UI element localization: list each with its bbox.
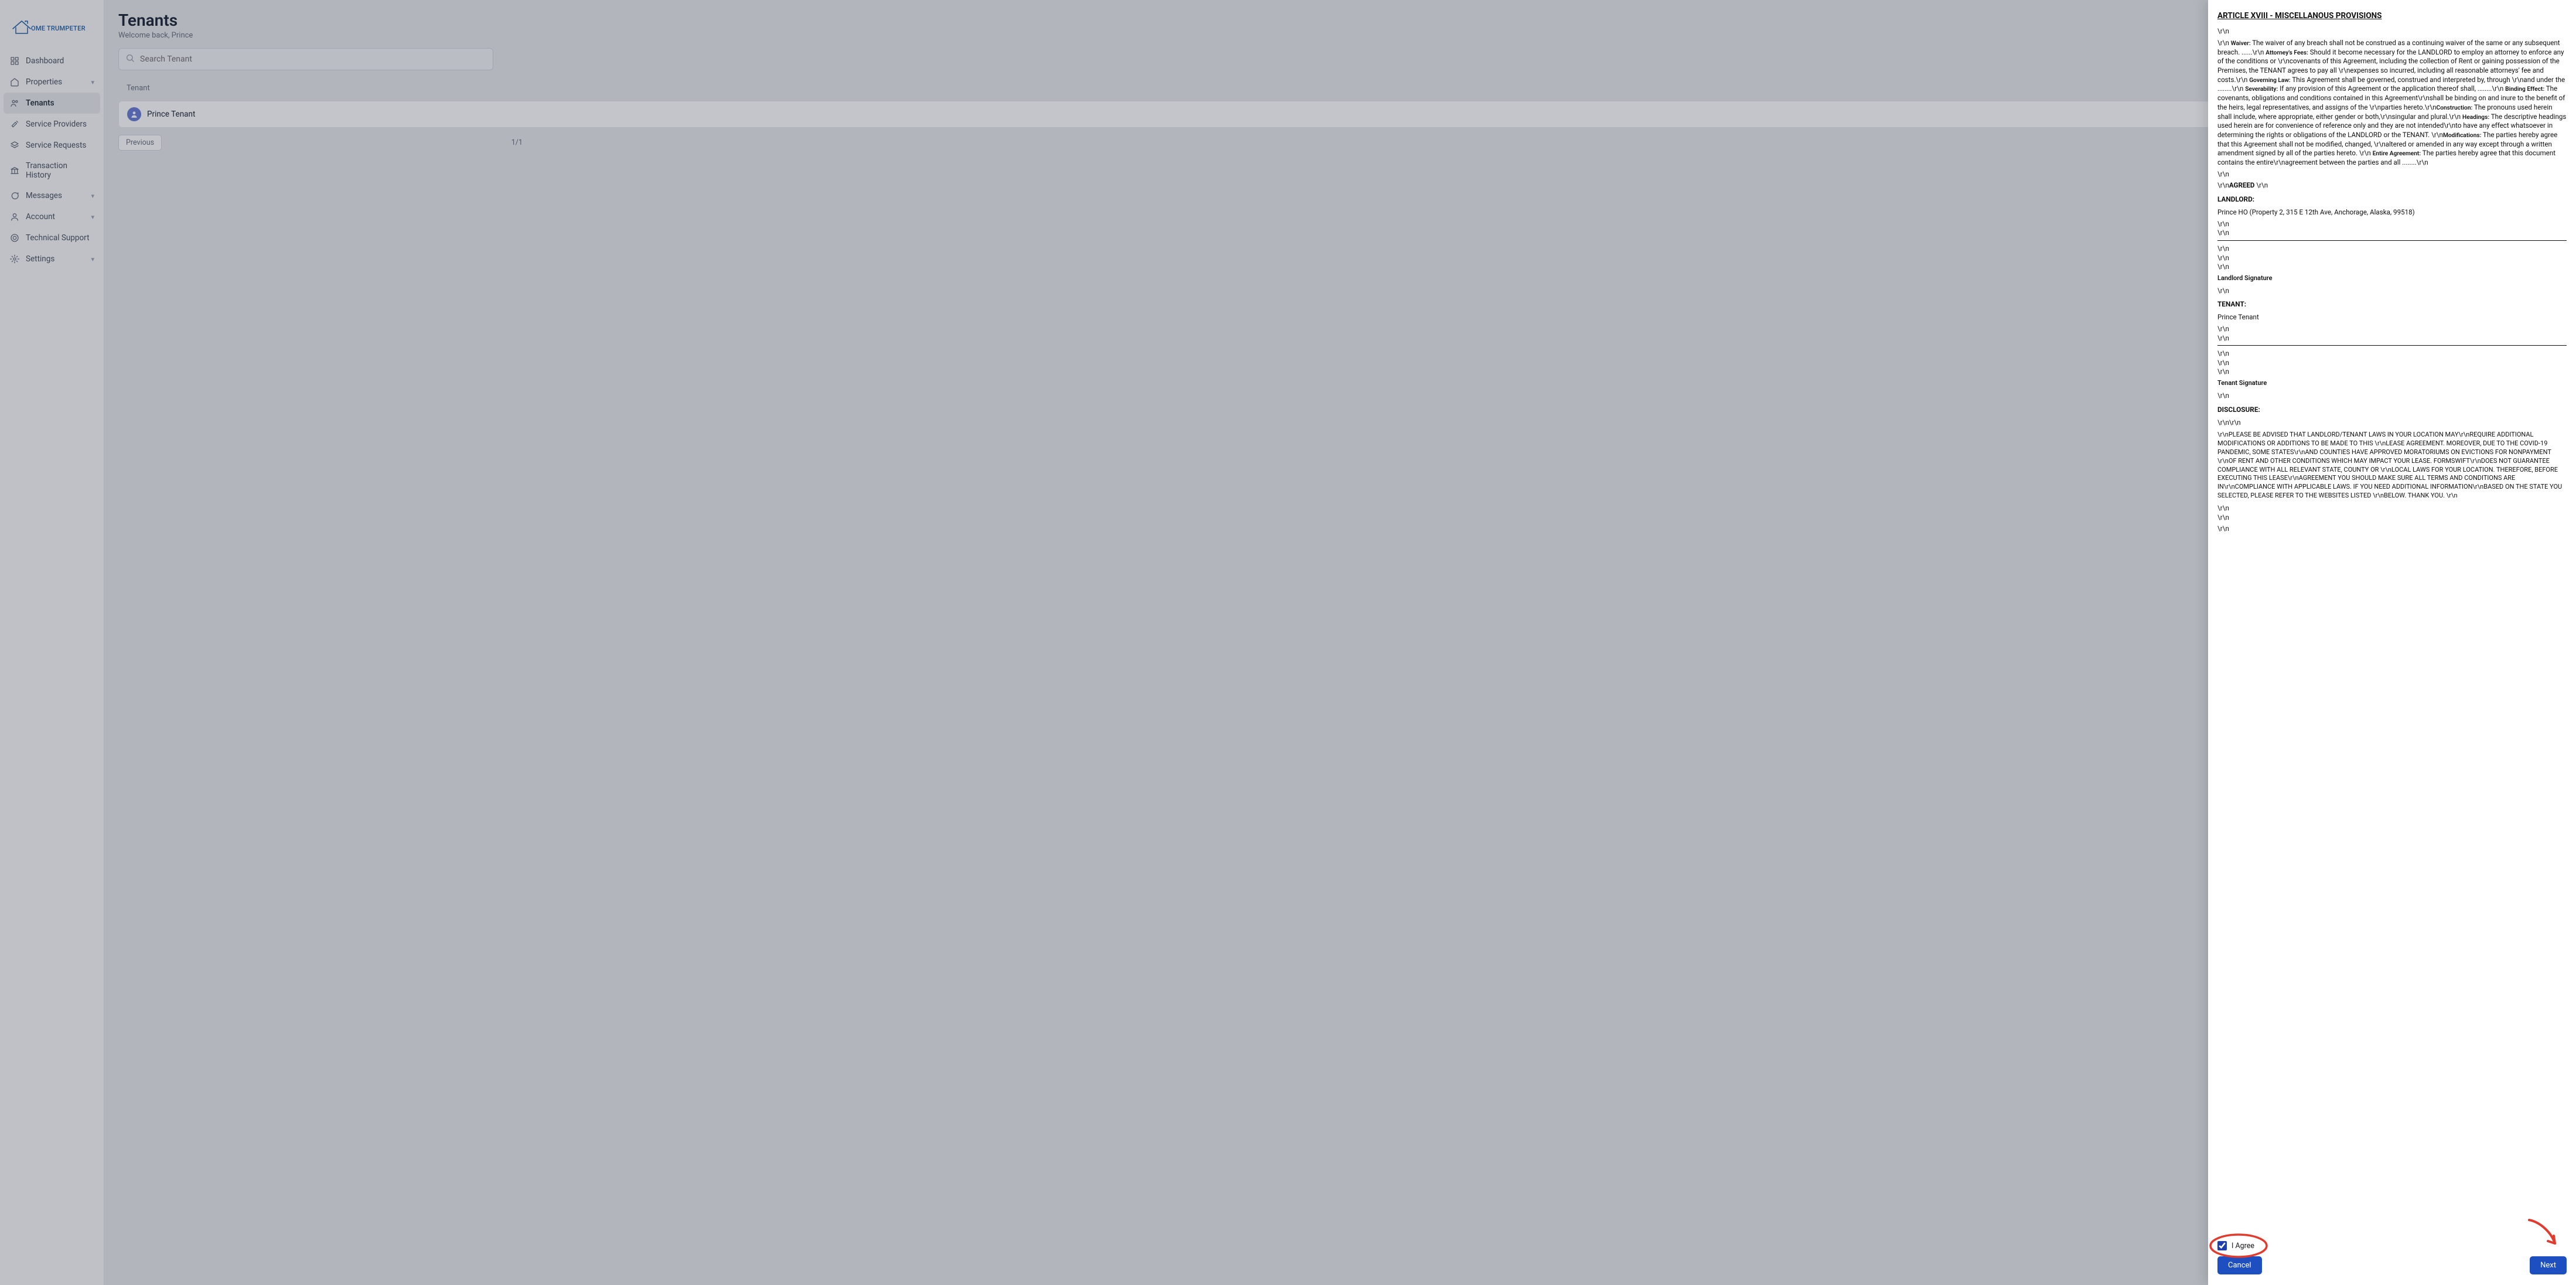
rn-block: \r\n \r\n [2217,504,2567,522]
head-label: Headings: [2462,114,2489,121]
agreed-word: AGREED [2229,181,2255,189]
agree-row: I Agree [2217,1241,2254,1250]
legal-paragraph: \r\n Waiver: The waiver of any breach sh… [2217,39,2567,168]
tenant-signature-caption: Tenant Signature [2217,379,2567,388]
rn-block: \r\n \r\n \r\n [2217,244,2567,272]
signature-line [2217,345,2567,346]
cancel-button[interactable]: Cancel [2217,1256,2262,1274]
rn-text: \r\n [2217,27,2567,36]
article-heading: ARTICLE XVIII - MISCELLANOUS PROVISIONS [2217,11,2567,21]
tenant-name-text: Prince Tenant [2217,313,2567,322]
disclosure-label: DISCLOSURE: [2217,405,2567,415]
rn-text: \r\n [2217,524,2567,534]
disclosure-text: \r\nPLEASE BE ADVISED THAT LANDLORD/TENA… [2217,431,2567,500]
modal-overlay[interactable] [0,0,2576,1285]
tenant-label: TENANT: [2217,300,2567,309]
lease-agreement-panel: ARTICLE XVIII - MISCELLANOUS PROVISIONS … [2208,0,2576,1285]
landlord-name: Prince HO (Property 2, 315 E 12th Ave, A… [2217,208,2567,217]
rn-block: \r\n \r\n \r\n [2217,349,2567,377]
signature-line [2217,240,2567,241]
ent-label: Entire Agreement: [2373,151,2421,157]
rn: \r\n [2217,39,2231,47]
next-button[interactable]: Next [2530,1256,2567,1274]
rn-text: \r\n [2217,170,2567,179]
agree-checkbox[interactable] [2217,1241,2227,1250]
agree-label[interactable]: I Agree [2232,1242,2254,1250]
sev-text: If any provision of this Agreement or th… [2278,84,2505,93]
landlord-label: LANDLORD: [2217,195,2567,204]
cons-label: Construction: [2437,105,2473,111]
waiver-label: Waiver: [2231,40,2251,47]
rn-text: \r\n [2217,287,2567,296]
rn-block: \r\n \r\n [2217,220,2567,238]
sev-label: Severability: [2245,86,2278,93]
landlord-signature-caption: Landlord Signature [2217,274,2567,283]
mod-label: Modifications: [2443,132,2481,139]
rn: \r\n [2217,181,2229,189]
gov-label: Governing Law: [2249,77,2290,84]
rn: \r\n [2254,181,2268,189]
rn-block: \r\n \r\n [2217,325,2567,343]
rn-text: \r\n\r\n [2217,418,2567,428]
panel-scroll-body[interactable]: ARTICLE XVIII - MISCELLANOUS PROVISIONS … [2208,0,2576,1238]
rn-text: \r\n [2217,391,2567,401]
panel-footer: I Agree Cancel Next [2208,1238,2576,1285]
bind-label: Binding Effect: [2505,86,2544,93]
agreed-line: \r\nAGREED \r\n [2217,181,2567,190]
attorney-label: Attorney's Fees: [2265,50,2308,56]
